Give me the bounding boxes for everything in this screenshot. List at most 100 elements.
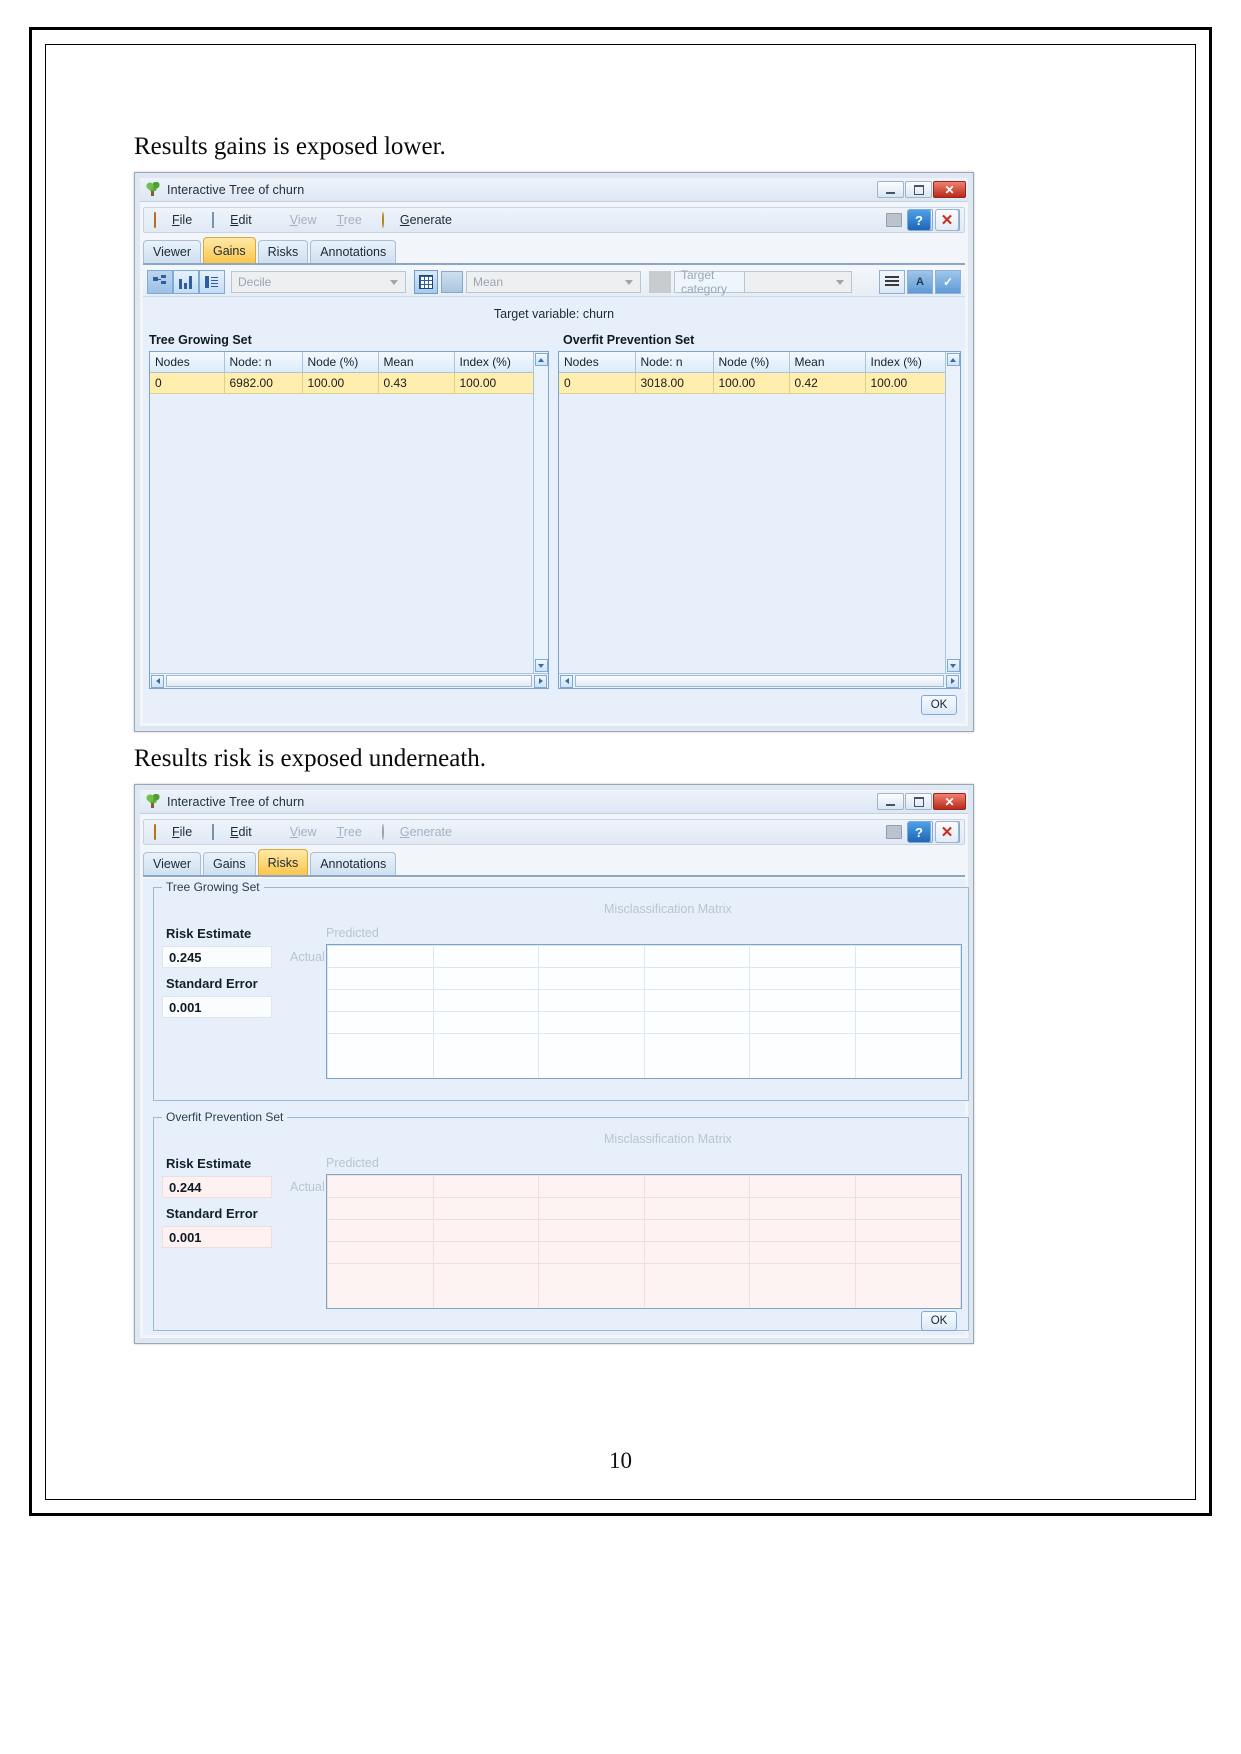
- ok-button[interactable]: OK: [921, 695, 957, 715]
- menu-tree: Tree: [336, 825, 362, 839]
- target-category-combo[interactable]: [744, 270, 852, 293]
- decile-combo[interactable]: Decile: [231, 270, 406, 293]
- brush-icon: [272, 213, 286, 227]
- matrix-cell: [854, 1241, 961, 1264]
- maximize-button[interactable]: [905, 793, 932, 810]
- close-button[interactable]: ✕: [933, 793, 966, 810]
- matrix-cell: [854, 1219, 961, 1242]
- ok-button[interactable]: OK: [921, 1311, 957, 1331]
- scroll-thumb[interactable]: [166, 675, 532, 687]
- document-icon: [212, 824, 226, 840]
- col-index-pct[interactable]: Index (%): [865, 352, 945, 373]
- matrix-cell: [643, 1263, 750, 1308]
- col-node-n[interactable]: Node: n: [635, 352, 714, 373]
- col-nodes[interactable]: Nodes: [150, 352, 225, 373]
- col-node-pct[interactable]: Node (%): [713, 352, 790, 373]
- matrix-cell: [327, 1033, 434, 1078]
- scroll-up-button[interactable]: [534, 353, 548, 366]
- matrix-cell: [643, 1219, 750, 1242]
- matrix-cell: [749, 1197, 856, 1220]
- minimize-button[interactable]: [877, 181, 904, 198]
- table-row[interactable]: 0 6982.00 100.00 0.43 100.00: [150, 372, 533, 394]
- minimize-button[interactable]: [877, 793, 904, 810]
- scroll-right-button[interactable]: [946, 674, 959, 688]
- menu-file[interactable]: File: [144, 821, 202, 843]
- help-button[interactable]: ?: [907, 209, 931, 231]
- close-x-button[interactable]: ✕: [935, 821, 959, 843]
- scroll-thumb[interactable]: [575, 675, 944, 687]
- grid-icon[interactable]: [414, 269, 438, 294]
- grid-viewport: Nodes Node: n Node (%) Mean Index (%) 0 …: [150, 352, 533, 673]
- menu-bar: FFileile Edit View Tree Generate: [143, 207, 965, 233]
- help-button[interactable]: ?: [907, 821, 931, 843]
- scroll-right-button[interactable]: [534, 674, 547, 688]
- col-node-n[interactable]: Node: n: [224, 352, 303, 373]
- matrix-cell: [432, 1219, 539, 1242]
- menu-generate[interactable]: Generate: [372, 209, 462, 231]
- scroll-left-button[interactable]: [560, 674, 573, 688]
- display-option-group: A ✓: [879, 269, 965, 294]
- menu-file[interactable]: FFileile: [144, 209, 202, 231]
- matrix-cell: [327, 989, 434, 1012]
- tab-annotations[interactable]: Annotations: [310, 852, 397, 875]
- menu-generate: Generate: [372, 821, 462, 843]
- matrix-cell: [327, 1175, 434, 1198]
- matrix-cell: [538, 1011, 645, 1034]
- matrix-cell: [432, 1197, 539, 1220]
- maximize-button[interactable]: [905, 181, 932, 198]
- tree-icon: [146, 794, 161, 809]
- tab-viewer[interactable]: Viewer: [143, 240, 201, 263]
- matrix-row: [327, 1175, 961, 1198]
- tree-map-icon[interactable]: [147, 269, 173, 294]
- matrix-cell: [643, 989, 750, 1012]
- vertical-scrollbar-left[interactable]: [533, 352, 548, 673]
- tab-annotations[interactable]: Annotations: [310, 240, 397, 263]
- col-nodes[interactable]: Nodes: [559, 352, 636, 373]
- a-label-icon[interactable]: A: [907, 269, 933, 294]
- tab-viewer[interactable]: Viewer: [143, 852, 201, 875]
- matrix-row: [327, 967, 961, 990]
- menu-view: View: [262, 821, 327, 843]
- cell-mean: 0.43: [378, 372, 455, 394]
- cell-nodes: 0: [150, 372, 225, 394]
- matrix-table: [327, 1175, 961, 1308]
- menu-edit[interactable]: Edit: [202, 209, 262, 231]
- col-mean[interactable]: Mean: [789, 352, 866, 373]
- horizontal-scrollbar-left[interactable]: [150, 673, 548, 688]
- section-legend: Overfit Prevention Set: [162, 1110, 288, 1124]
- gains-table-right: Nodes Node: n Node (%) Mean Index (%) 0 …: [559, 352, 945, 394]
- target-variable-text: Target variable: churn: [493, 307, 615, 321]
- statistic-combo[interactable]: Mean: [466, 270, 641, 293]
- matrix-cell: [538, 989, 645, 1012]
- standard-error-value: 0.001: [162, 1226, 272, 1248]
- list-chart-icon[interactable]: [199, 269, 225, 294]
- tab-gains[interactable]: Gains: [202, 852, 256, 875]
- lines-icon[interactable]: [879, 269, 905, 294]
- table-row[interactable]: 0 3018.00 100.00 0.42 100.00: [559, 372, 945, 394]
- tab-risks[interactable]: Risks: [257, 240, 309, 263]
- check-icon[interactable]: ✓: [935, 269, 961, 294]
- close-x-button[interactable]: ✕: [935, 209, 959, 231]
- scroll-down-button[interactable]: [946, 659, 960, 672]
- cell-nodes: 0: [559, 372, 636, 394]
- bar-chart-icon[interactable]: [173, 269, 199, 294]
- col-index-pct[interactable]: Index (%): [454, 352, 533, 373]
- scroll-up-button[interactable]: [946, 353, 960, 366]
- col-node-pct[interactable]: Node (%): [302, 352, 379, 373]
- area-chart-icon[interactable]: [441, 270, 463, 293]
- misclassification-matrix-title: Misclassification Matrix: [604, 1132, 732, 1146]
- matrix-cell: [432, 1033, 539, 1078]
- menu-edit[interactable]: Edit: [202, 821, 262, 843]
- vertical-scrollbar-right[interactable]: [945, 352, 960, 673]
- tab-gains[interactable]: Gains: [202, 237, 256, 263]
- scroll-left-button[interactable]: [151, 674, 164, 688]
- matrix-cell: [432, 1241, 539, 1264]
- horizontal-scrollbar-right[interactable]: [559, 673, 960, 688]
- matrix-cell: [538, 1197, 645, 1220]
- col-mean[interactable]: Mean: [378, 352, 455, 373]
- tab-risks[interactable]: Risks: [257, 849, 309, 875]
- scroll-down-button[interactable]: [534, 659, 548, 672]
- misclassification-matrix-grid: [326, 944, 962, 1079]
- matrix-cell: [327, 1263, 434, 1308]
- close-button[interactable]: ✕: [933, 181, 966, 198]
